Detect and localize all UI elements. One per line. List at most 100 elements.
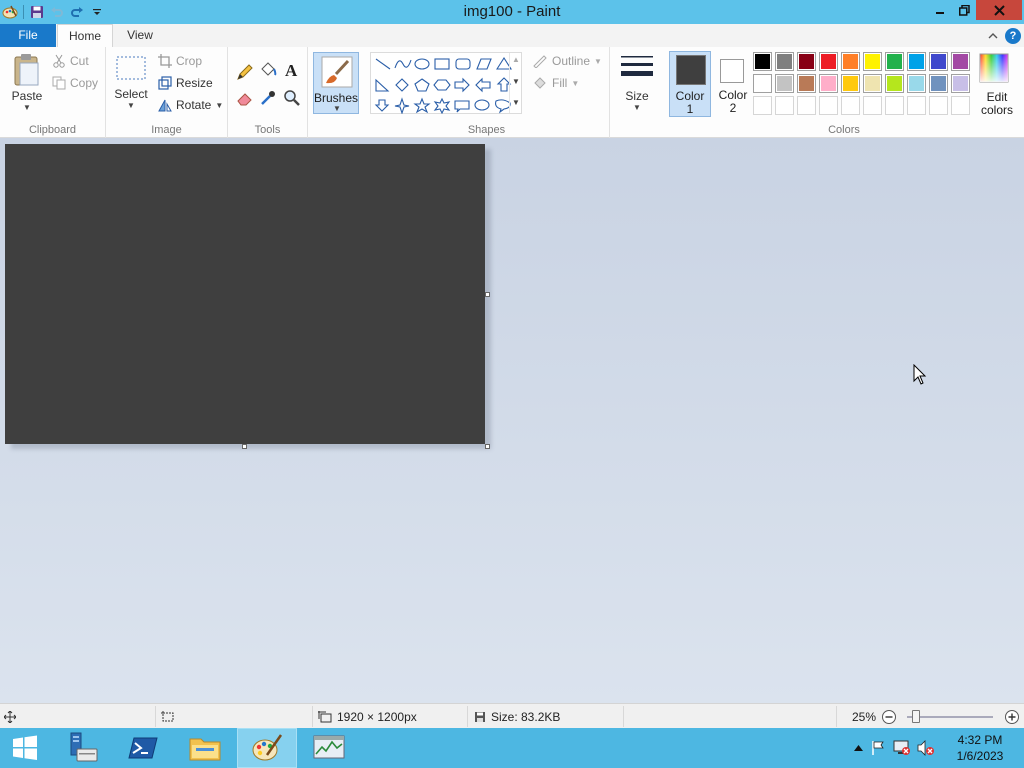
redo-icon[interactable]: [67, 2, 87, 22]
clock[interactable]: 4:32 PM 1/6/2023: [950, 732, 1010, 764]
palette-swatch[interactable]: [885, 52, 904, 71]
palette-swatch[interactable]: [797, 74, 816, 93]
svg-text:A: A: [285, 61, 298, 79]
resize-handle-corner[interactable]: [485, 444, 490, 449]
paint-icon[interactable]: [237, 728, 297, 768]
file-explorer-icon[interactable]: [175, 728, 235, 768]
network-icon[interactable]: [890, 740, 914, 756]
powershell-icon[interactable]: [113, 728, 173, 768]
palette-swatch[interactable]: [775, 74, 794, 93]
shapes-scroll[interactable]: ▲ ▼ ▼: [509, 53, 521, 113]
show-hidden-icons-icon[interactable]: [850, 745, 866, 751]
minimize-ribbon-icon[interactable]: [985, 28, 1001, 44]
colors-group: Color 1 Color 2 Edit colors Colors: [664, 47, 1024, 138]
palette-custom-slot[interactable]: [907, 96, 926, 115]
palette-swatch[interactable]: [951, 52, 970, 71]
palette-swatch[interactable]: [819, 74, 838, 93]
action-center-flag-icon[interactable]: [866, 740, 890, 756]
eraser-icon[interactable]: [236, 89, 254, 110]
zoom-slider-thumb[interactable]: [911, 710, 920, 723]
palette-swatch[interactable]: [775, 52, 794, 71]
palette-custom-slot[interactable]: [797, 96, 816, 115]
pencil-icon[interactable]: [236, 63, 254, 84]
cut-button[interactable]: Cut: [52, 54, 89, 68]
select-button[interactable]: Select ▼: [112, 55, 150, 110]
selection-size-icon: [161, 710, 174, 721]
edit-colors-button[interactable]: Edit colors: [976, 53, 1016, 119]
shapes-scroll-down-icon[interactable]: ▼: [512, 77, 520, 86]
minimize-icon[interactable]: [928, 0, 952, 20]
color2-button[interactable]: Color 2: [712, 51, 754, 117]
palette-custom-slot[interactable]: [775, 96, 794, 115]
palette-swatch[interactable]: [929, 74, 948, 93]
palette-swatch[interactable]: [797, 52, 816, 71]
canvas-workspace[interactable]: [0, 138, 1024, 703]
outline-button[interactable]: Outline ▼: [532, 54, 602, 68]
shapes-gallery[interactable]: ▲ ▼ ▼: [370, 52, 522, 114]
palette-custom-slot[interactable]: [753, 96, 772, 115]
paste-button[interactable]: Paste ▼: [8, 53, 46, 112]
color-picker-icon[interactable]: [259, 89, 277, 110]
palette-swatch[interactable]: [929, 52, 948, 71]
help-icon[interactable]: ?: [1005, 28, 1021, 44]
fill-button[interactable]: Fill ▼: [532, 76, 579, 90]
palette-custom-slot[interactable]: [929, 96, 948, 115]
palette-swatch[interactable]: [753, 52, 772, 71]
save-icon[interactable]: [27, 2, 47, 22]
zoom-out-icon: [882, 709, 896, 724]
palette-swatch[interactable]: [863, 74, 882, 93]
fill-dropdown-icon: ▼: [571, 78, 580, 88]
tab-file[interactable]: File: [0, 24, 56, 47]
customize-dropdown-icon[interactable]: [87, 2, 107, 22]
shapes-scroll-up-icon[interactable]: ▲: [512, 55, 520, 64]
colors-group-label: Colors: [828, 124, 860, 136]
restore-icon[interactable]: [952, 0, 976, 20]
size-icon: [621, 56, 653, 76]
shapes-group-label: Shapes: [467, 124, 506, 136]
task-manager-icon[interactable]: [299, 728, 359, 768]
palette-swatch[interactable]: [907, 74, 926, 93]
fill-bucket-icon[interactable]: [259, 61, 277, 82]
palette-swatch[interactable]: [819, 52, 838, 71]
start-icon[interactable]: [0, 728, 50, 768]
palette-swatch[interactable]: [753, 74, 772, 93]
brushes-button[interactable]: Brushes ▼: [313, 52, 359, 114]
palette-swatch[interactable]: [951, 74, 970, 93]
size-dropdown-icon: ▼: [633, 103, 641, 112]
resize-button[interactable]: Resize: [158, 76, 213, 90]
palette-swatch[interactable]: [841, 74, 860, 93]
server-manager-icon[interactable]: [52, 728, 112, 768]
color1-button[interactable]: Color 1: [669, 51, 711, 117]
resize-handle-right[interactable]: [485, 292, 490, 297]
text-tool-icon[interactable]: A: [283, 61, 301, 82]
rotate-button[interactable]: Rotate ▼: [158, 98, 223, 112]
size-button[interactable]: Size ▼: [618, 53, 656, 112]
palette-custom-slot[interactable]: [819, 96, 838, 115]
palette-custom-slot[interactable]: [885, 96, 904, 115]
palette-custom-slot[interactable]: [863, 96, 882, 115]
resize-handle-bottom[interactable]: [242, 444, 247, 449]
zoom-slider-track[interactable]: [907, 716, 993, 718]
crop-button[interactable]: Crop: [158, 54, 202, 68]
undo-icon[interactable]: [47, 2, 67, 22]
zoom-level: 25%: [852, 709, 877, 724]
copy-button[interactable]: Copy: [52, 76, 98, 90]
palette-swatch[interactable]: [885, 74, 904, 93]
palette-swatch[interactable]: [841, 52, 860, 71]
clipboard-group-label: Clipboard: [28, 124, 77, 136]
magnifier-icon[interactable]: [283, 89, 301, 110]
image-dimensions-icon: [318, 710, 332, 722]
zoom-in-button[interactable]: [1004, 704, 1020, 729]
paint-app-icon[interactable]: [0, 2, 20, 22]
zoom-out-button[interactable]: [881, 704, 897, 729]
palette-swatch[interactable]: [907, 52, 926, 71]
palette-custom-slot[interactable]: [951, 96, 970, 115]
tab-home[interactable]: Home: [57, 24, 113, 47]
drawing-canvas[interactable]: [5, 144, 485, 444]
tab-view[interactable]: View: [116, 24, 164, 47]
palette-swatch[interactable]: [863, 52, 882, 71]
close-icon[interactable]: [976, 0, 1022, 20]
palette-custom-slot[interactable]: [841, 96, 860, 115]
volume-muted-icon[interactable]: [914, 740, 938, 756]
shapes-expand-icon[interactable]: ▼: [512, 98, 520, 107]
